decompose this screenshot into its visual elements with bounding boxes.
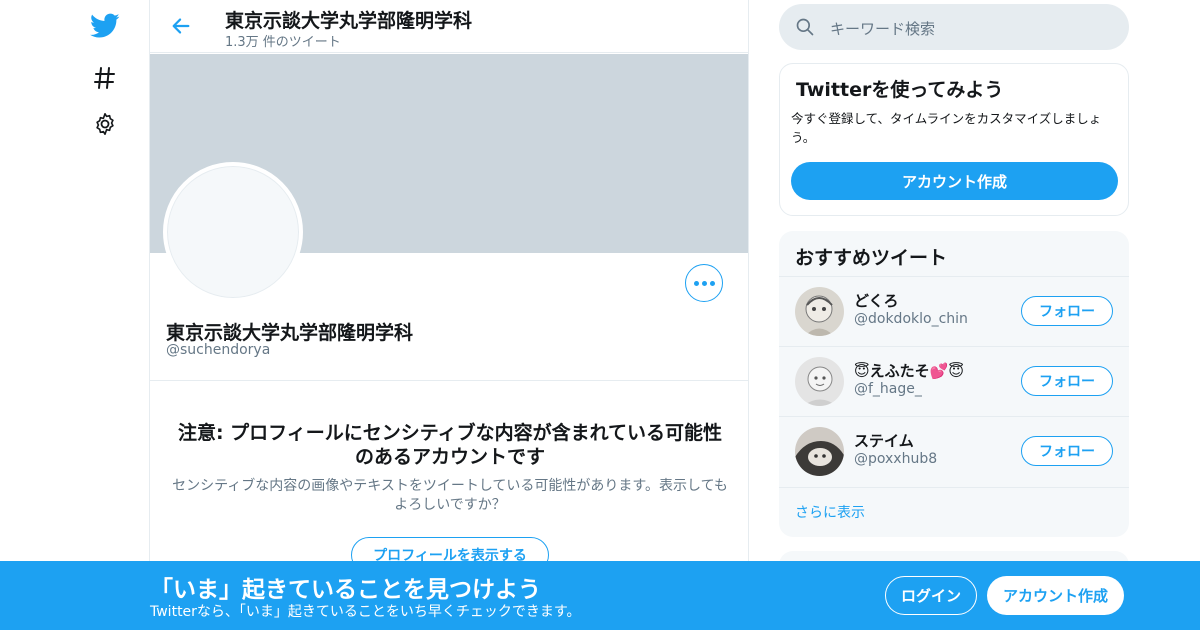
login-button[interactable]: ログイン bbox=[885, 576, 977, 615]
signup-banner-text: Twitterなら、「いま」起きていることをいち早くチェックできます。 bbox=[150, 604, 581, 620]
profile-handle: @suchendorya bbox=[166, 342, 271, 358]
signup-card: Twitterを使ってみよう 今すぐ登録して、タイムラインをカスタマイズしましょ… bbox=[779, 63, 1129, 216]
account-handle: @dokdoklo_chin bbox=[854, 311, 968, 327]
recommended-title: おすすめツイート bbox=[795, 247, 948, 269]
list-item[interactable]: ステイム @poxxhub8 フォロー bbox=[779, 416, 1129, 486]
list-item[interactable]: どくろ @dokdoklo_chin フォロー bbox=[779, 276, 1129, 346]
back-arrow-icon[interactable] bbox=[166, 11, 196, 41]
account-name: 😇えふたそ💕😇 bbox=[854, 362, 964, 380]
profile-header-bar: 東京示談大学丸学部隆明学科 1.3万 件のツイート bbox=[150, 0, 748, 53]
follow-button[interactable]: フォロー bbox=[1021, 296, 1113, 326]
avatar[interactable] bbox=[795, 357, 844, 406]
account-handle: @poxxhub8 bbox=[854, 451, 938, 467]
profile-avatar bbox=[163, 162, 303, 302]
list-item[interactable]: 😇えふたそ💕😇 @f_hage_ フォロー bbox=[779, 346, 1129, 416]
sensitive-warning-text: センシティブな内容の画像やテキストをツイートしている可能性があります。表示しても… bbox=[172, 478, 728, 513]
avatar[interactable] bbox=[795, 427, 844, 476]
account-name: ステイム bbox=[854, 432, 914, 450]
settings-gear-icon[interactable] bbox=[85, 104, 125, 144]
show-more-link[interactable]: さらに表示 bbox=[795, 502, 865, 522]
search-placeholder: キーワード検索 bbox=[830, 20, 936, 38]
sensitive-warning-title: 注意: プロフィールにセンシティブな内容が含まれている可能性のあるアカウントです bbox=[177, 422, 723, 468]
profile-column: 東京示談大学丸学部隆明学科 1.3万 件のツイート 東京示談大学丸学部隆明学科 … bbox=[149, 0, 749, 630]
create-account-button[interactable]: アカウント作成 bbox=[791, 162, 1118, 200]
header-title: 東京示談大学丸学部隆明学科 bbox=[225, 10, 473, 32]
recommended-tweets-card: おすすめツイート どくろ @dokdoklo_chin フォロー 😇えふたそ💕😇… bbox=[779, 231, 1129, 537]
signup-banner: 「いま」起きていることを見つけよう Twitterなら、「いま」起きていることを… bbox=[0, 561, 1200, 630]
search-icon bbox=[796, 18, 814, 36]
show-more-row: さらに表示 bbox=[779, 487, 1129, 537]
signup-button[interactable]: アカウント作成 bbox=[987, 576, 1124, 615]
tweet-count: 1.3万 件のツイート bbox=[225, 35, 341, 50]
avatar[interactable] bbox=[795, 287, 844, 336]
account-handle: @f_hage_ bbox=[854, 381, 922, 397]
more-options-icon[interactable] bbox=[685, 264, 723, 302]
follow-button[interactable]: フォロー bbox=[1021, 436, 1113, 466]
signup-banner-title: 「いま」起きていることを見つけよう bbox=[150, 577, 541, 603]
left-navigation bbox=[80, 0, 130, 630]
profile-name: 東京示談大学丸学部隆明学科 bbox=[166, 322, 414, 344]
follow-button[interactable]: フォロー bbox=[1021, 366, 1113, 396]
account-name: どくろ bbox=[854, 292, 899, 310]
signup-description: 今すぐ登録して、タイムラインをカスタマイズしましょう。 bbox=[791, 111, 1102, 145]
search-input[interactable]: キーワード検索 bbox=[779, 4, 1129, 50]
hashtag-icon[interactable] bbox=[85, 58, 125, 98]
divider bbox=[150, 380, 748, 381]
twitter-bird-icon[interactable] bbox=[85, 6, 125, 46]
signup-title: Twitterを使ってみよう bbox=[796, 79, 1004, 101]
